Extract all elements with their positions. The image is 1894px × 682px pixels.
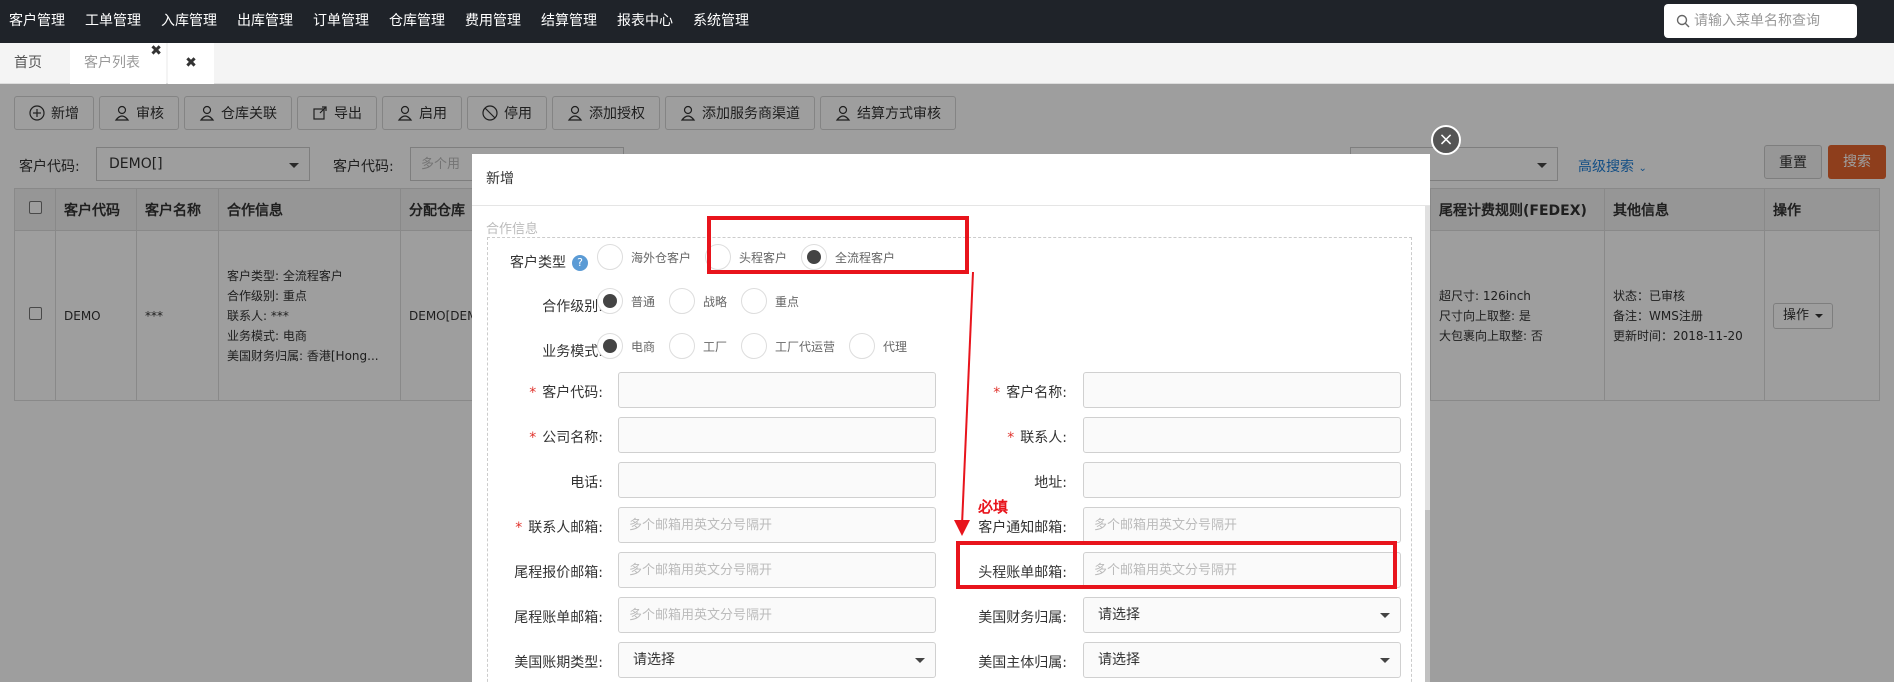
modal-close-icon[interactable]: ×	[1431, 125, 1461, 155]
tab-bar: 首页 客户列表 ✖ ✖	[0, 43, 1894, 84]
customer-type-label: 客户类型?	[487, 252, 588, 272]
phone-label: 电话:	[570, 475, 603, 491]
nav-ticket[interactable]: 工单管理	[76, 0, 152, 43]
chevron-down-icon	[1380, 658, 1390, 663]
us-finance-select[interactable]: 请选择	[1083, 597, 1401, 633]
close-all-tabs-icon[interactable]: ✖	[168, 43, 214, 84]
radio-ecommerce[interactable]: 电商	[597, 333, 655, 359]
nav-system[interactable]: 系统管理	[684, 0, 760, 43]
main-menu: 客户管理 工单管理 入库管理 出库管理 订单管理 仓库管理 费用管理 结算管理 …	[0, 0, 760, 43]
chevron-down-icon	[915, 658, 925, 663]
us-period-label: 美国账期类型:	[514, 655, 603, 671]
radio-key[interactable]: 重点	[741, 288, 799, 314]
quote-email-field[interactable]	[618, 552, 936, 588]
annotation-arrow-icon	[954, 271, 974, 536]
nav-warehouse[interactable]: 仓库管理	[380, 0, 456, 43]
top-navbar: 客户管理 工单管理 入库管理 出库管理 订单管理 仓库管理 费用管理 结算管理 …	[0, 0, 1894, 43]
radio-agent[interactable]: 代理	[849, 333, 907, 359]
nav-inbound[interactable]: 入库管理	[152, 0, 228, 43]
nav-outbound[interactable]: 出库管理	[228, 0, 304, 43]
menu-search-input[interactable]	[1694, 13, 1844, 29]
address-field[interactable]	[1083, 462, 1401, 498]
tab-home[interactable]: 首页	[0, 43, 56, 84]
customer-code-label: * 客户代码:	[529, 385, 603, 401]
nav-order[interactable]: 订单管理	[304, 0, 380, 43]
company-name-label: * 公司名称:	[529, 430, 603, 446]
section-title: 合作信息	[486, 222, 539, 237]
quote-email-label: 尾程报价邮箱:	[514, 565, 603, 581]
menu-search-box[interactable]	[1664, 4, 1857, 38]
phone-field[interactable]	[618, 462, 936, 498]
coop-level-radios: 普通 战略 重点	[597, 288, 813, 314]
nav-customer[interactable]: 客户管理	[0, 0, 76, 43]
contact-field[interactable]	[1083, 417, 1401, 453]
biz-mode-radios: 电商 工厂 工厂代运营 代理	[597, 333, 921, 359]
required-annotation: 必填	[978, 498, 1009, 516]
nav-settlement[interactable]: 结算管理	[532, 0, 608, 43]
radio-factory[interactable]: 工厂	[669, 333, 727, 359]
coop-level-label: 合作级别:	[542, 299, 603, 315]
tab-close-icon[interactable]: ✖	[150, 41, 162, 61]
us-finance-label: 美国财务归属:	[978, 610, 1067, 626]
us-entity-label: 美国主体归属:	[978, 655, 1067, 671]
notify-email-field[interactable]	[1083, 507, 1401, 543]
last-bill-email-label: 尾程账单邮箱:	[514, 610, 603, 626]
modal-scroll-thumb[interactable]	[1425, 510, 1430, 682]
radio-overseas[interactable]: 海外仓客户	[597, 244, 691, 270]
help-icon[interactable]: ?	[572, 255, 588, 271]
last-bill-email-field[interactable]	[618, 597, 936, 633]
customer-name-field[interactable]	[1083, 372, 1401, 408]
highlight-customer-type	[707, 216, 969, 274]
radio-strategic[interactable]: 战略	[669, 288, 727, 314]
contact-email-field[interactable]	[618, 507, 936, 543]
highlight-first-bill-email	[956, 541, 1397, 589]
radio-factory-ops[interactable]: 工厂代运营	[741, 333, 835, 359]
search-icon	[1676, 14, 1690, 28]
us-period-select[interactable]: 请选择	[618, 642, 936, 678]
contact-email-label: * 联系人邮箱:	[515, 520, 603, 536]
us-entity-select[interactable]: 请选择	[1083, 642, 1401, 678]
customer-code-field[interactable]	[618, 372, 936, 408]
nav-fee[interactable]: 费用管理	[456, 0, 532, 43]
company-name-field[interactable]	[618, 417, 936, 453]
tab-customer-list[interactable]: 客户列表 ✖	[70, 43, 166, 84]
nav-report[interactable]: 报表中心	[608, 0, 684, 43]
radio-normal[interactable]: 普通	[597, 288, 655, 314]
modal-title: 新增	[472, 154, 1430, 206]
chevron-down-icon	[1380, 613, 1390, 618]
biz-mode-label: 业务模式:	[542, 344, 603, 360]
